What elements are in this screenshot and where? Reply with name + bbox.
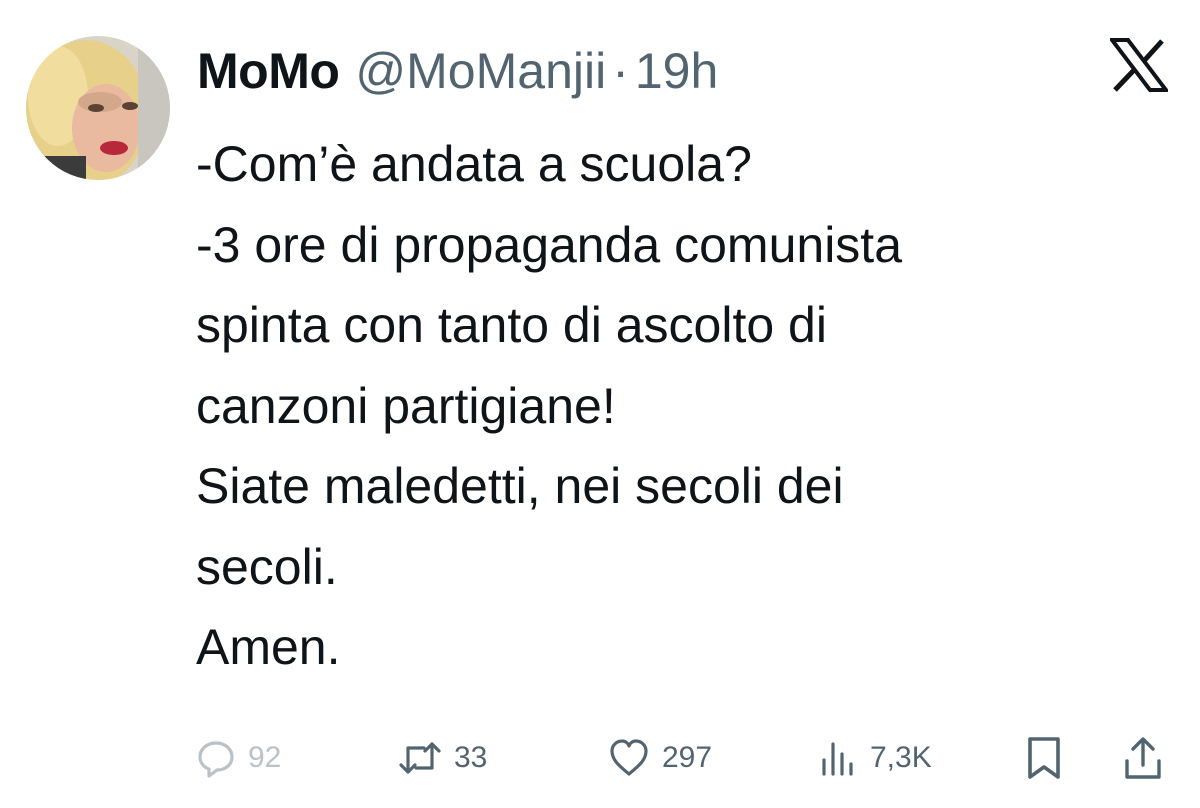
reply-icon	[198, 741, 234, 778]
retweet-button[interactable]: 33	[398, 730, 487, 786]
tweet-text-line: spinta con tanto di ascolto di	[196, 297, 827, 353]
retweet-icon	[399, 742, 441, 774]
views-count: 7,3K	[870, 741, 932, 774]
tweet-text-line: canzoni partigiane!	[196, 377, 616, 434]
share-button[interactable]	[1122, 730, 1164, 786]
x-logo-icon	[1110, 38, 1168, 92]
bookmark-icon	[1028, 737, 1060, 779]
timestamp[interactable]: 19h	[635, 42, 718, 100]
avatar-image	[26, 36, 170, 180]
tweet-text-line: secoli.	[196, 538, 338, 595]
avatar[interactable]	[26, 36, 170, 180]
display-name[interactable]: MoMo	[197, 42, 340, 100]
tweet-text-line: -Com’è andata a scuola?	[196, 136, 752, 192]
user-handle[interactable]: @MoManjii	[355, 42, 606, 100]
tweet-text-line: Amen.	[196, 619, 341, 675]
retweet-count: 33	[454, 741, 488, 774]
tweet-text: -Com’è andata a scuola? -3 ore di propag…	[196, 124, 1186, 688]
tweet: MoMo @MoManjii · 19h -Com’è andata a scu…	[0, 0, 1200, 808]
views-icon	[822, 742, 853, 776]
tweet-header: MoMo @MoManjii · 19h	[197, 36, 718, 106]
views-button[interactable]: 7,3K	[818, 730, 932, 786]
like-button[interactable]: 297	[608, 730, 712, 786]
like-count: 297	[662, 741, 713, 774]
heart-icon	[610, 739, 648, 776]
tweet-text-line: -3 ore di propaganda comunista	[196, 216, 903, 273]
bookmark-button[interactable]	[1024, 730, 1064, 786]
tweet-text-line: Siate maledetti, nei secoli dei	[196, 458, 844, 514]
separator-dot: ·	[612, 43, 629, 99]
share-icon	[1125, 737, 1161, 779]
reply-button[interactable]: 92	[196, 730, 281, 786]
action-bar: 92 33 297 7,3K	[196, 730, 1176, 786]
reply-count: 92	[248, 741, 282, 774]
